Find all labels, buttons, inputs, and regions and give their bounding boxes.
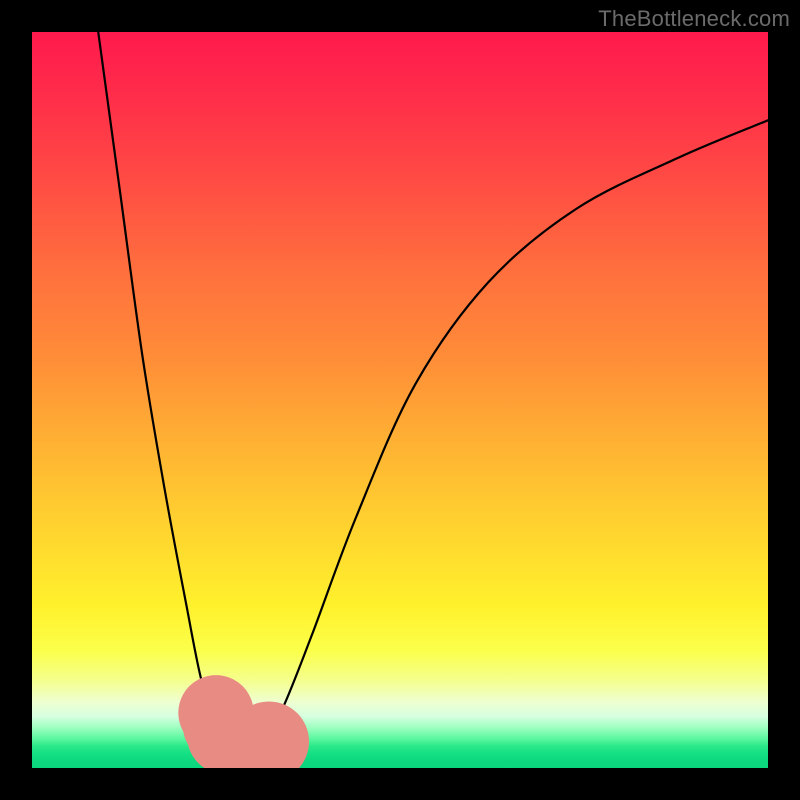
curve-markers [178, 675, 309, 768]
watermark-text: TheBottleneck.com [598, 6, 790, 32]
plot-area [32, 32, 768, 768]
curve-layer [32, 32, 768, 768]
chart-frame: TheBottleneck.com [0, 0, 800, 800]
bottleneck-curve-right [245, 120, 768, 762]
bottleneck-curve-left [98, 32, 236, 762]
